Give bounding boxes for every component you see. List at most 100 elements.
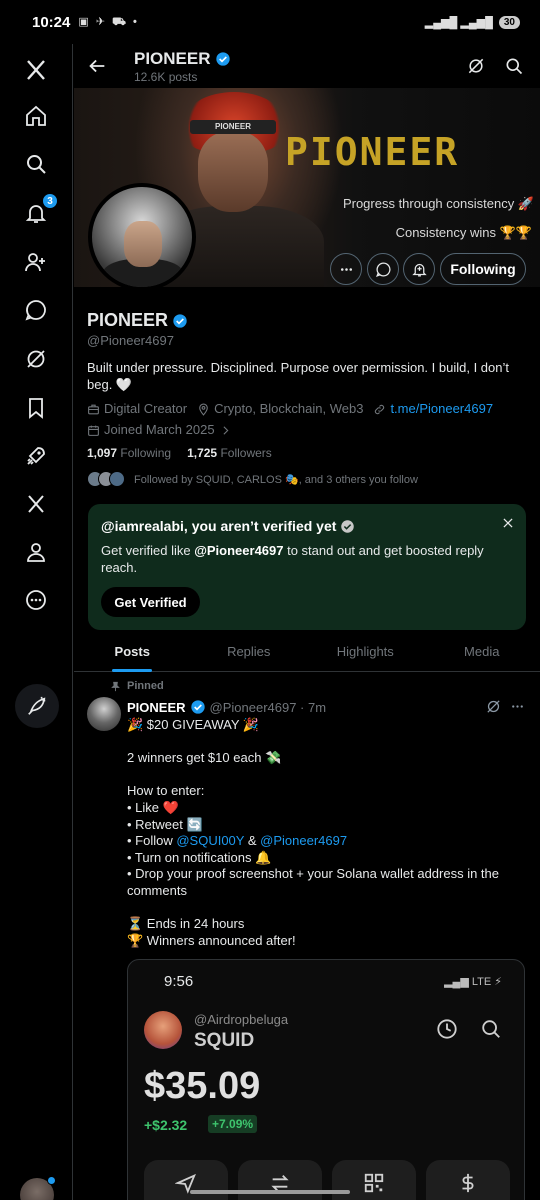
back-arrow-icon[interactable] — [86, 55, 108, 77]
embed-balance: $35.09 — [144, 1065, 261, 1107]
link-icon — [375, 404, 385, 414]
chevron-right-icon — [223, 425, 229, 435]
search-icon — [482, 1020, 500, 1038]
notify-button[interactable] — [403, 253, 435, 285]
profile-tabs: Posts Replies Highlights Media — [74, 632, 540, 672]
banner-tagline-1: Progress through consistency 🚀 — [342, 196, 534, 211]
profile-category: Digital Creator — [87, 401, 187, 417]
profile-bio: Built under pressure. Disciplined. Purpo… — [87, 360, 509, 392]
post-line: How to enter: — [127, 783, 205, 799]
home-icon[interactable] — [22, 102, 50, 130]
account-avatar[interactable] — [20, 1176, 56, 1200]
followed-by-text: Followed by SQUID, CARLOS 🎭, and 3 other… — [134, 473, 418, 486]
avatar-face — [124, 221, 162, 267]
verify-prompt-card: @iamrealabi, you aren’t verified yet Get… — [88, 504, 526, 630]
follower-avatar — [109, 471, 125, 487]
embed-handle: @Airdropbeluga — [194, 1012, 289, 1027]
tab-media[interactable]: Media — [424, 632, 540, 671]
verify-title-row: @iamrealabi, you aren’t verified yet — [101, 518, 355, 534]
profile-joined[interactable]: Joined March 2025 — [87, 422, 232, 438]
post-author-name[interactable]: PIONEER — [127, 700, 186, 715]
profile-topbar: PIONEER 12.6K posts — [74, 44, 540, 88]
post-line: • Like ❤️ — [127, 799, 179, 815]
post-header: PIONEER @Pioneer4697 · 7m — [127, 699, 326, 715]
mention-link[interactable]: @SQUI00Y — [176, 833, 244, 848]
follow-prefix: • Follow — [127, 833, 177, 849]
profile-name-row: PIONEER — [87, 310, 188, 331]
grok-explain-icon[interactable] — [485, 698, 502, 715]
category-text: Digital Creator — [104, 401, 188, 416]
embed-avatar — [144, 1011, 182, 1049]
search-icon[interactable] — [504, 56, 524, 76]
signal-icon: ▂▄▆█ ▂▄▆█ — [424, 16, 493, 29]
verified-badge-icon[interactable] — [172, 313, 188, 329]
messages-icon[interactable] — [22, 296, 50, 324]
profile-icon[interactable] — [22, 538, 50, 566]
post-line: • Turn on notifications 🔔 — [127, 849, 272, 865]
post-line: 2 winners get $10 each 💸 — [127, 750, 282, 766]
post-meta: @Pioneer4697 · 7m — [209, 699, 327, 715]
location-pin-icon — [199, 403, 208, 416]
post-author-avatar[interactable] — [87, 697, 121, 731]
battery-indicator: 30 — [498, 15, 520, 29]
tab-highlights[interactable]: Highlights — [307, 632, 424, 671]
mention-link[interactable]: @Pioneer4697 — [260, 833, 347, 848]
post-line: 🎉 $20 GIVEAWAY 🎉 — [127, 717, 260, 732]
embed-swap-button — [238, 1160, 322, 1200]
more-dots-icon — [340, 267, 352, 271]
get-verified-button[interactable]: Get Verified — [101, 587, 200, 617]
embed-time: 9:56 — [164, 973, 194, 990]
embed-name: SQUID — [194, 1030, 255, 1051]
home-indicator[interactable] — [190, 1190, 350, 1194]
post-line: • Retweet 🔄 — [127, 816, 203, 832]
more-options-icon[interactable] — [22, 586, 50, 614]
rocket-icon[interactable] — [22, 442, 50, 470]
followers-count-link[interactable]: 1,725 Followers — [187, 446, 272, 460]
grok-icon[interactable] — [22, 345, 50, 373]
following-count-link[interactable]: 1,097 Following — [87, 446, 171, 460]
message-button[interactable] — [367, 253, 399, 285]
post-media-screenshot[interactable]: 9:56 ▂▄▆ LTE ⚡ @Airdropbeluga SQUID $35.… — [127, 959, 525, 1200]
embed-change: +$2.32 — [144, 1117, 188, 1133]
profile-main: PIONEER 12.6K posts PIONEER PIONEER Prog… — [74, 44, 540, 1200]
embed-network: ▂▄▆ LTE ⚡ — [444, 976, 502, 988]
profile-avatar[interactable] — [88, 183, 196, 291]
tab-replies[interactable]: Replies — [191, 632, 308, 671]
pinned-label: Pinned — [110, 680, 164, 692]
verify-desc-prefix: Get verified like — [101, 543, 195, 558]
joined-text: Joined March 2025 — [104, 422, 215, 437]
search-icon[interactable] — [22, 150, 50, 178]
clock-icon — [437, 1019, 457, 1039]
status-notification-icons: ▣ ✈ ⛟ • — [78, 15, 139, 28]
notifications-badge: 3 — [42, 193, 58, 209]
follow-and: & — [244, 833, 261, 849]
profile-handle: @Pioneer4697 — [87, 333, 174, 348]
x-logo-icon[interactable] — [22, 56, 50, 84]
message-bubble-icon — [375, 261, 390, 277]
left-nav-rail: 3 — [0, 44, 73, 1200]
compose-feather-icon — [28, 696, 46, 715]
post-follow-line: • Follow @SQUI00Y & @Pioneer4697 — [127, 833, 527, 850]
following-button[interactable]: Following — [440, 253, 526, 285]
banner-character-face — [198, 132, 268, 212]
pin-icon — [111, 681, 120, 691]
post-more-icon[interactable] — [509, 698, 526, 715]
compose-post-button[interactable] — [15, 684, 59, 728]
more-button[interactable] — [330, 253, 362, 285]
banner-title: PIONEER — [285, 130, 460, 174]
notifications-icon[interactable]: 3 — [22, 193, 58, 227]
followed-by-row[interactable]: Followed by SQUID, CARLOS 🎭, and 3 other… — [87, 471, 418, 487]
post-count: 12.6K posts — [134, 70, 198, 84]
premium-x-icon[interactable] — [22, 490, 50, 518]
briefcase-icon — [88, 404, 99, 414]
tab-posts[interactable]: Posts — [74, 632, 191, 671]
calendar-icon — [88, 425, 99, 436]
bookmarks-icon[interactable] — [22, 394, 50, 422]
grok-icon[interactable] — [466, 56, 486, 76]
close-icon[interactable] — [501, 516, 515, 530]
embed-qr-button — [332, 1160, 416, 1200]
link-text[interactable]: t.me/Pioneer4697 — [390, 401, 493, 417]
profile-location: Crypto, Blockchain, Web3 — [197, 401, 363, 417]
follow-people-icon[interactable] — [22, 248, 50, 276]
profile-link[interactable]: t.me/Pioneer4697 — [373, 401, 493, 417]
